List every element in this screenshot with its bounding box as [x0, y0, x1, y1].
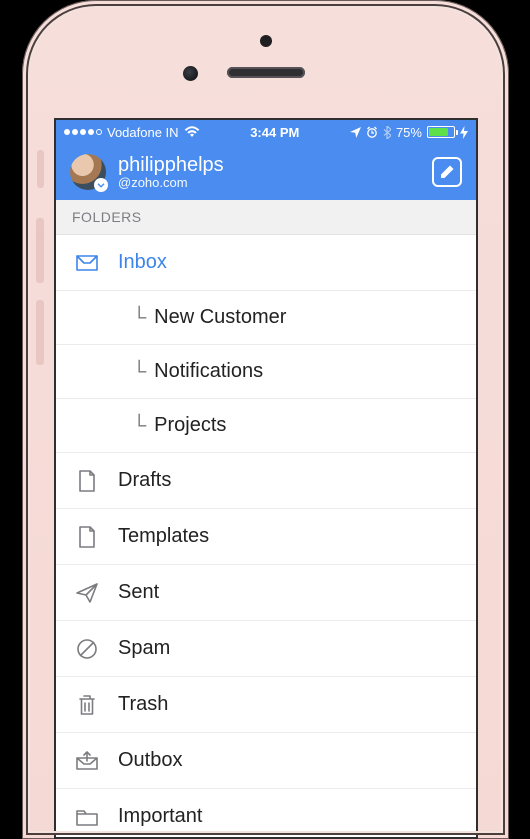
compose-icon: [438, 163, 456, 181]
screen: Vodafone IN 3:44 PM 75%: [54, 118, 478, 839]
drafts-icon: [74, 469, 100, 493]
folder-inbox[interactable]: Inbox: [56, 235, 476, 291]
battery-percent: 75%: [396, 125, 422, 140]
folder-icon: [74, 807, 100, 827]
folder-outbox[interactable]: Outbox: [56, 733, 476, 789]
alarm-icon: [366, 126, 378, 138]
subfolder-notifications[interactable]: └ Notifications: [56, 345, 476, 399]
tree-branch-icon: └: [132, 362, 146, 382]
bluetooth-icon: [383, 126, 391, 139]
folder-important[interactable]: Important: [56, 789, 476, 839]
clock: 3:44 PM: [250, 125, 299, 140]
phone-frame: Vodafone IN 3:44 PM 75%: [22, 0, 509, 839]
folder-drafts[interactable]: Drafts: [56, 453, 476, 509]
folder-label: Templates: [118, 525, 209, 548]
wifi-icon: [184, 126, 200, 138]
subfolder-label: New Customer: [154, 306, 286, 329]
folder-spam[interactable]: Spam: [56, 621, 476, 677]
trash-icon: [74, 693, 100, 717]
tree-branch-icon: └: [132, 308, 146, 328]
status-bar: Vodafone IN 3:44 PM 75%: [56, 120, 476, 144]
folder-templates[interactable]: Templates: [56, 509, 476, 565]
front-camera: [183, 66, 198, 81]
charging-icon: [460, 126, 468, 139]
outbox-icon: [74, 751, 100, 771]
templates-icon: [74, 525, 100, 549]
folder-trash[interactable]: Trash: [56, 677, 476, 733]
folders-section-header: FOLDERS: [56, 200, 476, 235]
account-domain: @zoho.com: [118, 176, 420, 190]
folder-label: Outbox: [118, 749, 182, 772]
subfolder-label: Notifications: [154, 360, 263, 383]
subfolder-projects[interactable]: └ Projects: [56, 399, 476, 453]
signal-strength-icon: [64, 129, 102, 135]
subfolder-new-customer[interactable]: └ New Customer: [56, 291, 476, 345]
folder-label: Trash: [118, 693, 168, 716]
account-header[interactable]: philipphelps @zoho.com: [56, 144, 476, 200]
carrier-label: Vodafone IN: [107, 125, 179, 140]
folder-label: Sent: [118, 581, 159, 604]
tree-branch-icon: └: [132, 416, 146, 436]
location-icon: [350, 127, 361, 138]
account-name: philipphelps: [118, 154, 420, 176]
sent-icon: [74, 582, 100, 604]
speaker-grille: [227, 67, 305, 78]
battery-icon: [427, 126, 455, 138]
account-label: philipphelps @zoho.com: [118, 154, 420, 190]
folder-label: Drafts: [118, 469, 171, 492]
folder-label: Important: [118, 805, 202, 828]
account-switcher-icon[interactable]: [94, 178, 108, 192]
proximity-sensor: [260, 35, 272, 47]
avatar[interactable]: [70, 154, 106, 190]
volume-up-button: [36, 218, 44, 283]
spam-icon: [74, 638, 100, 660]
inbox-icon: [74, 253, 100, 273]
folder-sent[interactable]: Sent: [56, 565, 476, 621]
subfolder-label: Projects: [154, 414, 226, 437]
volume-down-button: [36, 300, 44, 365]
compose-button[interactable]: [432, 157, 462, 187]
folder-list[interactable]: Inbox └ New Customer └ Notifications └ Project…: [56, 235, 476, 839]
mute-switch: [37, 150, 44, 188]
folder-label: Spam: [118, 637, 170, 660]
folder-label: Inbox: [118, 251, 167, 274]
